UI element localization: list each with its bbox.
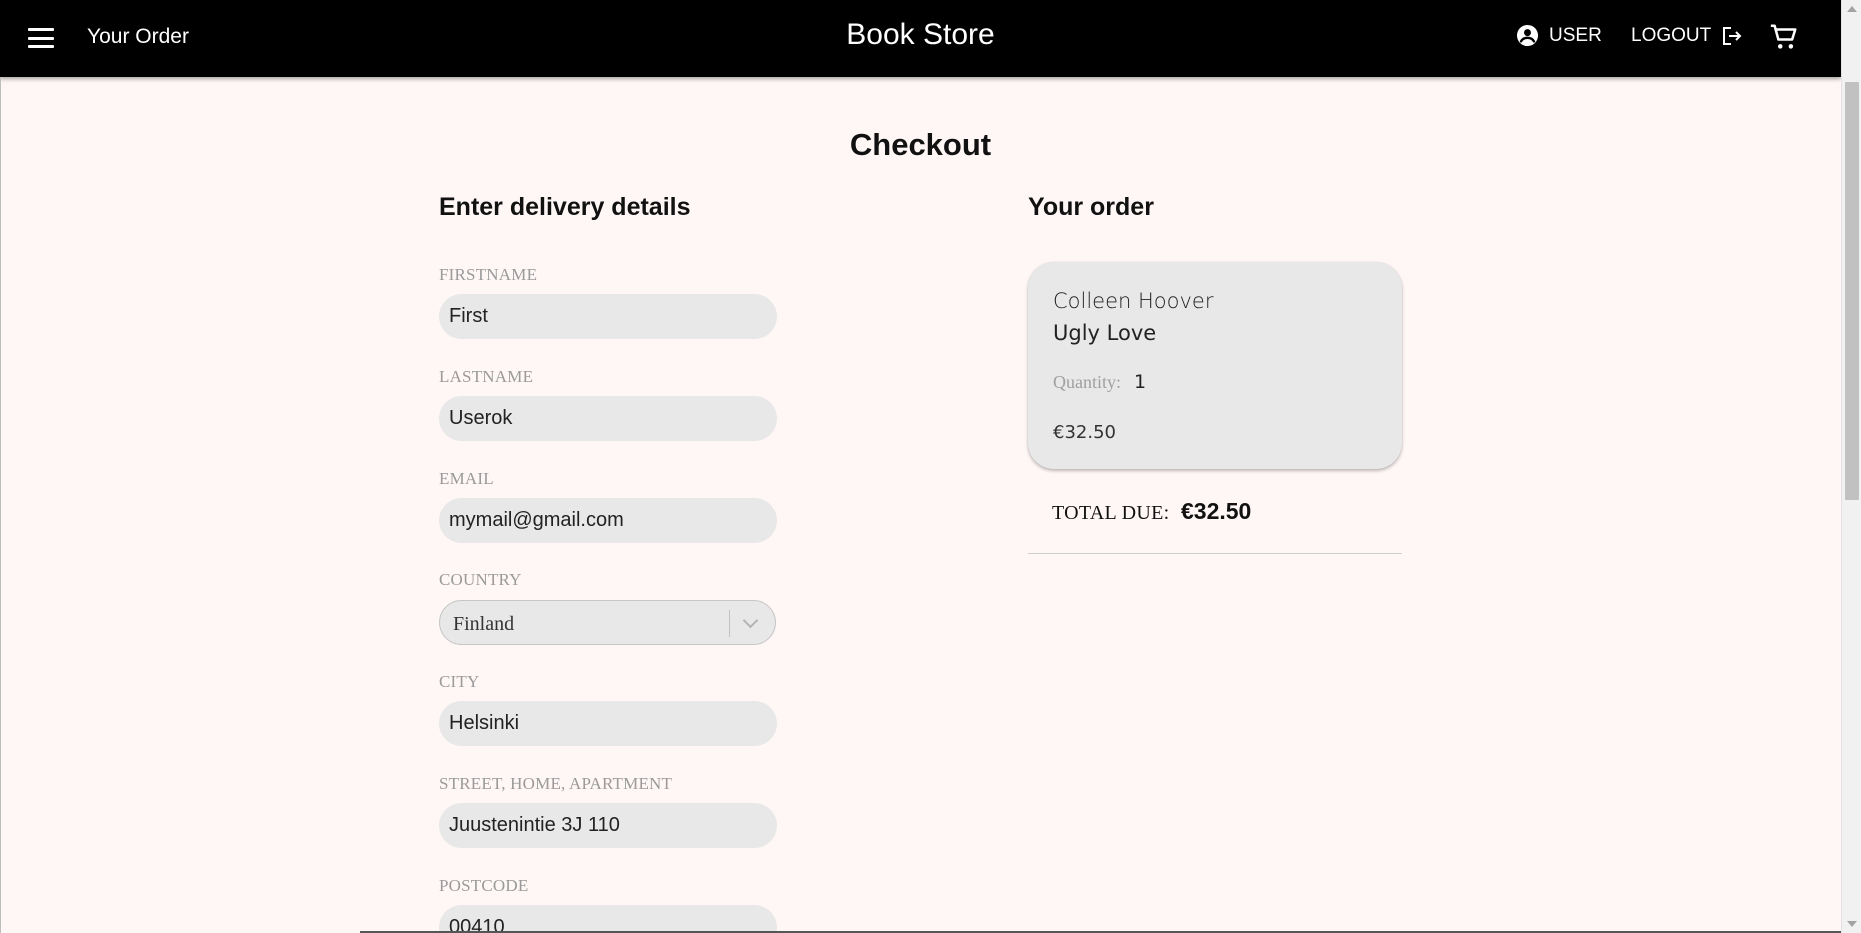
email-label: EMAIL bbox=[439, 469, 494, 488]
logout-icon bbox=[1723, 27, 1742, 45]
order-heading: Your order bbox=[1028, 193, 1154, 221]
email-field[interactable] bbox=[439, 498, 777, 543]
page-edge bbox=[0, 77, 1, 933]
street-field[interactable] bbox=[439, 803, 777, 848]
postcode-label: POSTCODE bbox=[439, 876, 529, 895]
total-divider bbox=[1028, 553, 1402, 554]
user-circle-icon bbox=[1516, 24, 1539, 47]
app-bar: Your Order Book Store USER LOGOUT bbox=[0, 0, 1841, 77]
logout-button[interactable]: LOGOUT bbox=[1631, 24, 1743, 48]
user-button[interactable]: USER bbox=[1516, 24, 1602, 47]
delivery-heading: Enter delivery details bbox=[439, 193, 691, 221]
total-label: TOTAL DUE: bbox=[1052, 502, 1170, 524]
book-title: Ugly Love bbox=[1053, 321, 1157, 345]
scroll-up-icon[interactable] bbox=[1847, 6, 1857, 12]
logout-label: LOGOUT bbox=[1631, 25, 1712, 46]
page-title: Checkout bbox=[849, 127, 992, 162]
city-field[interactable] bbox=[439, 701, 777, 746]
scrollbar-thumb[interactable] bbox=[1845, 82, 1859, 500]
street-label: STREET, HOME, APARTMENT bbox=[439, 774, 673, 793]
firstname-label: FIRSTNAME bbox=[439, 265, 538, 284]
select-separator bbox=[729, 610, 730, 637]
firstname-field[interactable] bbox=[439, 294, 777, 339]
book-author: Colleen Hoover bbox=[1053, 289, 1214, 313]
cart-icon[interactable] bbox=[1769, 22, 1799, 52]
user-label: USER bbox=[1549, 24, 1602, 46]
vertical-scrollbar[interactable] bbox=[1841, 0, 1861, 933]
country-label: COUNTRY bbox=[439, 570, 522, 589]
scroll-down-icon[interactable] bbox=[1847, 921, 1857, 927]
chevron-down-icon[interactable] bbox=[742, 612, 759, 629]
country-value: Finland bbox=[453, 613, 515, 635]
item-price: €32.50 bbox=[1053, 422, 1116, 443]
city-label: CITY bbox=[439, 672, 480, 691]
lastname-label: LASTNAME bbox=[439, 367, 534, 386]
quantity-label: Quantity: bbox=[1053, 372, 1121, 392]
total-value: €32.50 bbox=[1181, 498, 1252, 524]
quantity-value: 1 bbox=[1134, 371, 1147, 393]
postcode-field[interactable] bbox=[439, 905, 777, 933]
order-item-card: Colleen Hoover Ugly Love Quantity: 1 €32… bbox=[1028, 262, 1402, 469]
country-select[interactable]: Finland bbox=[439, 600, 776, 645]
lastname-field[interactable] bbox=[439, 396, 777, 441]
